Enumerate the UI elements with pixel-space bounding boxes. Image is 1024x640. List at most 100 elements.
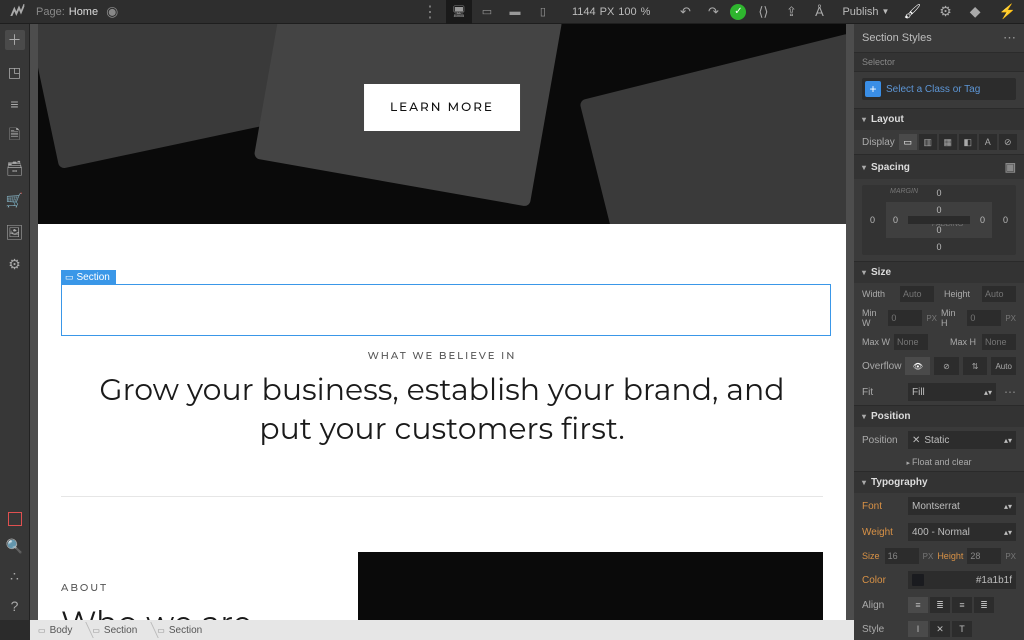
tablet-icon[interactable]: ▭ bbox=[474, 0, 500, 24]
display-inline-block-icon[interactable]: ◧ bbox=[959, 134, 977, 150]
margin-right[interactable]: 0 bbox=[1003, 215, 1008, 225]
display-grid-icon[interactable]: ▦ bbox=[939, 134, 957, 150]
fit-more-icon[interactable]: ⋯ bbox=[1004, 385, 1016, 399]
display-flex-icon[interactable]: ▥ bbox=[919, 134, 937, 150]
page-name[interactable]: Home bbox=[69, 6, 98, 18]
cms-icon[interactable]: 🗃 bbox=[5, 158, 25, 178]
padding-bottom[interactable]: 0 bbox=[936, 225, 941, 235]
style-none-icon[interactable]: ✕ bbox=[930, 621, 950, 637]
position-section-header[interactable]: Position bbox=[854, 405, 1024, 427]
width-input[interactable] bbox=[900, 286, 934, 302]
selected-section-outline[interactable]: Section bbox=[61, 284, 831, 336]
settings-tab-icon[interactable]: ⚙ bbox=[939, 3, 952, 20]
pages-icon[interactable]: 🗎 bbox=[5, 126, 25, 146]
class-selector[interactable]: + Select a Class or Tag bbox=[862, 78, 1016, 100]
line-height-input[interactable] bbox=[967, 548, 1001, 564]
audit-icon[interactable]: Å bbox=[808, 1, 830, 23]
hero-section[interactable]: LEARN MORE bbox=[38, 24, 846, 224]
help-icon[interactable]: ? bbox=[5, 596, 25, 616]
overflow-visible-icon[interactable]: 👁 bbox=[905, 357, 930, 375]
minw-input[interactable] bbox=[888, 310, 922, 326]
style-strike-icon[interactable]: T bbox=[952, 621, 972, 637]
add-element-icon[interactable]: ＋ bbox=[5, 30, 25, 50]
style-manager-tab-icon[interactable]: ◆ bbox=[970, 3, 981, 20]
top-bar: Page: Home ◉ ⋮ 🖥 ▭ ▬ ▯ 1144 PX 100 % ↶ ↷… bbox=[0, 0, 1024, 24]
canvas[interactable]: LEARN MORE Section WHAT WE BELIEVE IN Gr… bbox=[38, 24, 846, 620]
align-center-icon[interactable]: ≣ bbox=[930, 597, 950, 613]
about-eyebrow[interactable]: ABOUT bbox=[61, 581, 108, 594]
undo-icon[interactable]: ↶ bbox=[674, 1, 696, 23]
style-italic-icon[interactable]: I bbox=[908, 621, 928, 637]
panel-title: Section Styles bbox=[862, 32, 932, 44]
style-tab-icon[interactable]: 🖌 bbox=[903, 3, 921, 20]
canvas-wrapper: LEARN MORE Section WHAT WE BELIEVE IN Gr… bbox=[30, 24, 854, 620]
spacing-section-header[interactable]: Spacing▣ bbox=[854, 154, 1024, 179]
weight-select[interactable]: 400 - Normal▴▾ bbox=[908, 523, 1016, 541]
more-icon[interactable]: ⋮ bbox=[422, 2, 438, 22]
crumb-body[interactable]: Body bbox=[30, 620, 84, 640]
navigator-icon[interactable]: ≡ bbox=[5, 94, 25, 114]
learn-more-button[interactable]: LEARN MORE bbox=[364, 84, 520, 131]
minh-input[interactable] bbox=[967, 310, 1001, 326]
project-settings-icon[interactable]: ⚙ bbox=[5, 254, 25, 274]
margin-bottom[interactable]: 0 bbox=[936, 242, 941, 252]
height-input[interactable] bbox=[982, 286, 1016, 302]
section-divider bbox=[61, 496, 823, 497]
margin-top[interactable]: 0 bbox=[936, 188, 941, 198]
size-section-header[interactable]: Size bbox=[854, 261, 1024, 283]
display-label: Display bbox=[862, 137, 895, 148]
crumb-section[interactable]: Section bbox=[149, 620, 214, 640]
padding-right[interactable]: 0 bbox=[980, 215, 985, 225]
position-select[interactable]: ✕Static▴▾ bbox=[908, 431, 1016, 449]
spacing-editor[interactable]: MARGIN PADDING 0 0 0 0 0 0 0 0 bbox=[862, 185, 1016, 255]
assets-icon[interactable]: 🖼 bbox=[5, 222, 25, 242]
maxh-input[interactable] bbox=[982, 334, 1016, 350]
about-heading[interactable]: Who we are bbox=[61, 604, 252, 620]
display-block-icon[interactable]: ▭ bbox=[899, 134, 917, 150]
layout-section-header[interactable]: Layout bbox=[854, 108, 1024, 130]
about-image[interactable] bbox=[358, 552, 823, 620]
believe-headline[interactable]: Grow your business, establish your brand… bbox=[98, 370, 786, 448]
margin-left[interactable]: 0 bbox=[870, 215, 875, 225]
crumb-section[interactable]: Section bbox=[84, 620, 149, 640]
preview-icon[interactable]: ◉ bbox=[106, 3, 118, 20]
font-select[interactable]: Montserrat▴▾ bbox=[908, 497, 1016, 515]
publish-button[interactable]: Publish ▼ bbox=[842, 6, 889, 18]
believe-eyebrow[interactable]: WHAT WE BELIEVE IN bbox=[38, 349, 846, 362]
fit-select[interactable]: Fill▴▾ bbox=[908, 383, 996, 401]
maxw-input[interactable] bbox=[894, 334, 928, 350]
panel-more-icon[interactable]: ⋯ bbox=[1003, 30, 1016, 46]
overflow-auto[interactable]: Auto bbox=[991, 357, 1016, 375]
align-justify-icon[interactable]: ≣ bbox=[974, 597, 994, 613]
padding-top[interactable]: 0 bbox=[936, 205, 941, 215]
spacing-edit-icon[interactable]: ▣ bbox=[1005, 160, 1016, 174]
typography-section-header[interactable]: Typography bbox=[854, 471, 1024, 493]
add-class-icon[interactable]: + bbox=[865, 81, 881, 97]
video-icon[interactable] bbox=[8, 512, 22, 526]
redo-icon[interactable]: ↷ bbox=[702, 1, 724, 23]
export-icon[interactable]: ⇪ bbox=[780, 1, 802, 23]
overflow-hidden-icon[interactable]: ⊘ bbox=[934, 357, 959, 375]
display-none-icon[interactable]: ⊘ bbox=[999, 134, 1017, 150]
align-right-icon[interactable]: ≡ bbox=[952, 597, 972, 613]
interactions-tab-icon[interactable]: ⚡ bbox=[999, 3, 1016, 20]
overflow-scroll-icon[interactable]: ⇅ bbox=[963, 357, 988, 375]
selection-tag[interactable]: Section bbox=[61, 270, 116, 285]
code-icon[interactable]: ⟨⟩ bbox=[752, 1, 774, 23]
audit-icon[interactable]: ∴ bbox=[5, 566, 25, 586]
ecommerce-icon[interactable]: 🛒 bbox=[5, 190, 25, 210]
symbols-icon[interactable]: ◳ bbox=[5, 62, 25, 82]
desktop-icon[interactable]: 🖥 bbox=[446, 0, 472, 24]
search-icon[interactable]: 🔍 bbox=[5, 536, 25, 556]
float-clear-toggle[interactable]: Float and clear bbox=[854, 453, 1024, 471]
align-left-icon[interactable]: ≡ bbox=[908, 597, 928, 613]
webflow-logo[interactable] bbox=[8, 3, 26, 21]
padding-left[interactable]: 0 bbox=[893, 215, 898, 225]
class-placeholder: Select a Class or Tag bbox=[886, 84, 980, 95]
color-select[interactable]: #1a1b1f bbox=[908, 571, 1016, 589]
status-ok-icon[interactable]: ✓ bbox=[730, 4, 746, 20]
mobile-landscape-icon[interactable]: ▬ bbox=[502, 0, 528, 24]
font-size-input[interactable] bbox=[885, 548, 919, 564]
display-inline-icon[interactable]: A bbox=[979, 134, 997, 150]
mobile-icon[interactable]: ▯ bbox=[530, 0, 556, 24]
